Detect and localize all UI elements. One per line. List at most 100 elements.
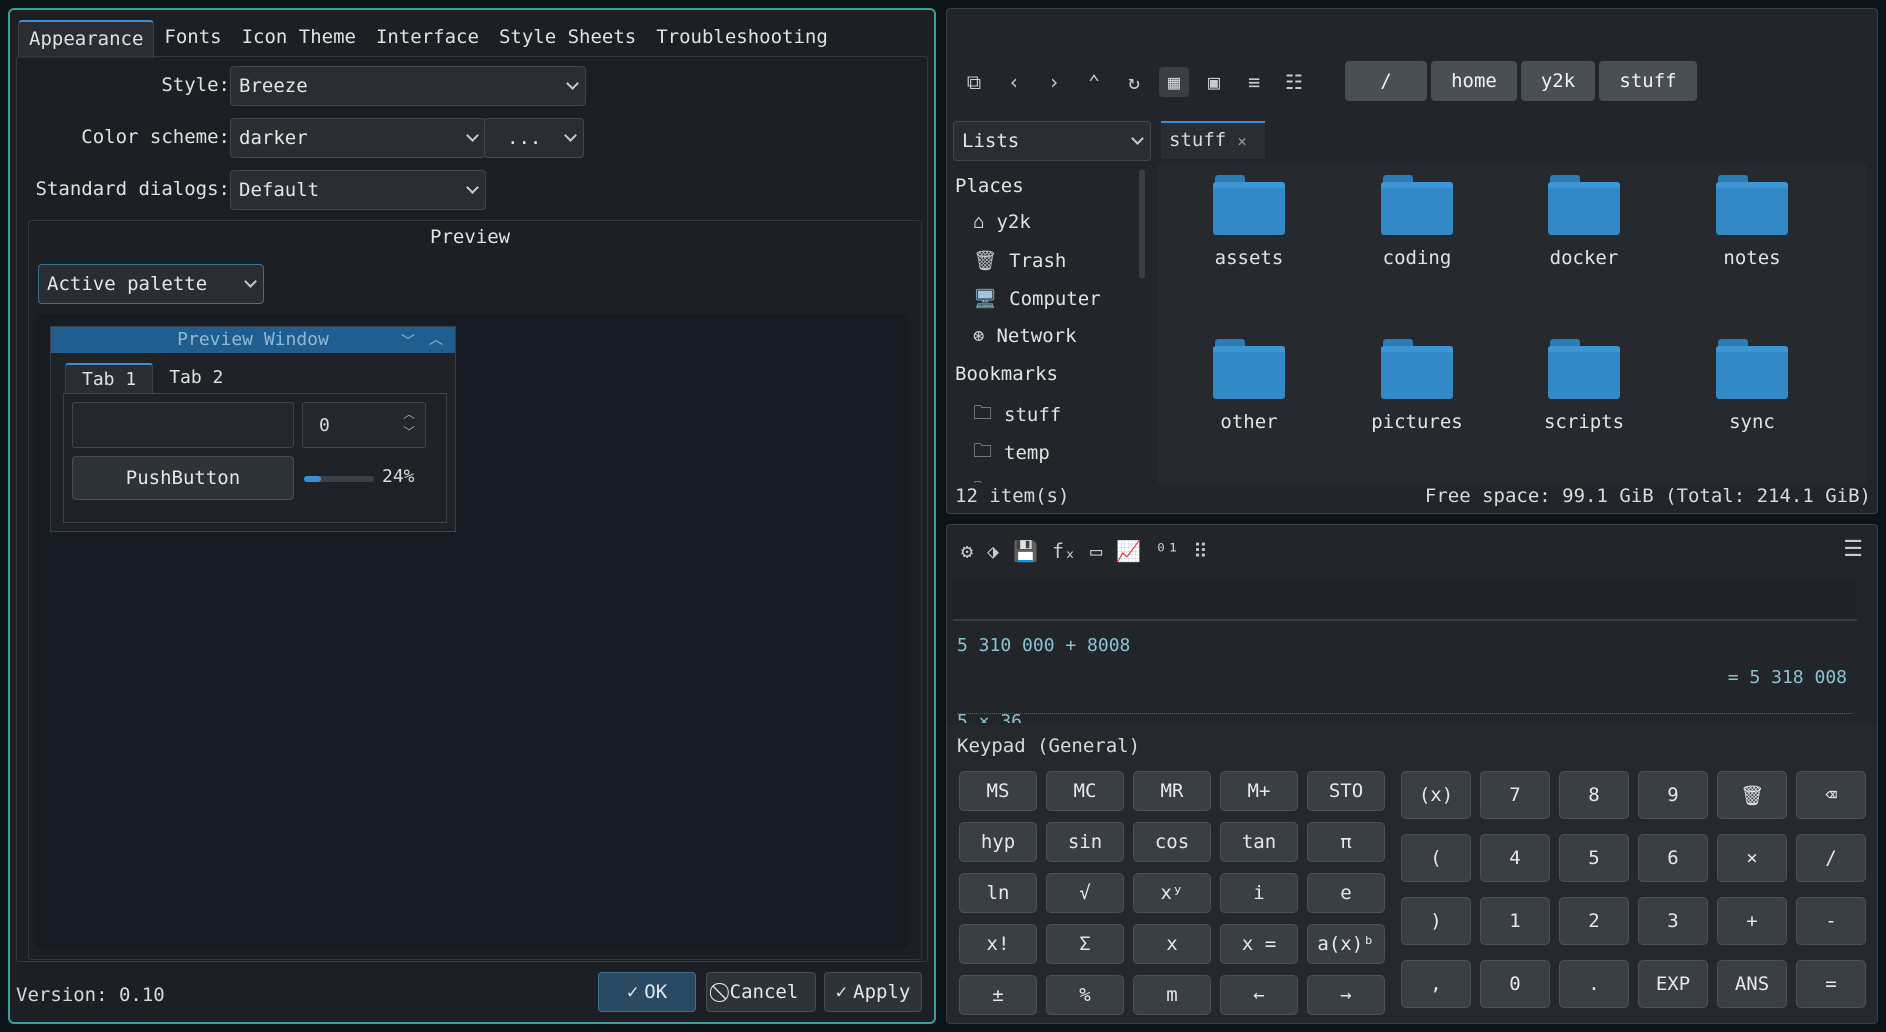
- calc-function-key[interactable]: STO: [1307, 771, 1385, 811]
- calc-number-key[interactable]: 1: [1480, 897, 1550, 945]
- number-bases-icon[interactable]: ⁰¹: [1155, 539, 1179, 563]
- calc-number-key[interactable]: +: [1717, 897, 1787, 945]
- calc-number-key[interactable]: 4: [1480, 834, 1550, 882]
- folder-name[interactable]: assets: [1179, 247, 1319, 269]
- bookmark-stuff[interactable]: 🗀 stuff: [973, 399, 1061, 431]
- calc-function-key[interactable]: %: [1046, 975, 1124, 1015]
- calc-function-key[interactable]: π: [1307, 822, 1385, 862]
- calc-number-key[interactable]: 3: [1638, 897, 1708, 945]
- calc-number-key[interactable]: -: [1796, 897, 1866, 945]
- calc-number-key[interactable]: EXP: [1638, 960, 1708, 1008]
- folder-icon[interactable]: [1548, 175, 1620, 235]
- side-scrollbar[interactable]: [1139, 169, 1145, 279]
- cancel-button[interactable]: ⃠Cancel: [706, 972, 816, 1012]
- calc-number-key[interactable]: 6: [1638, 834, 1708, 882]
- crumb-y2k[interactable]: y2k: [1521, 61, 1595, 101]
- tab-interface[interactable]: Interface: [366, 20, 489, 58]
- calc-function-key[interactable]: √: [1046, 873, 1124, 913]
- calc-number-key[interactable]: ×: [1717, 834, 1787, 882]
- calc-number-key[interactable]: =: [1796, 960, 1866, 1008]
- calc-number-key[interactable]: /: [1796, 834, 1866, 882]
- side-pane-mode-combo[interactable]: Lists: [953, 121, 1151, 161]
- calc-number-key[interactable]: 9: [1638, 771, 1708, 819]
- close-tab-icon[interactable]: ✕: [1238, 132, 1247, 150]
- fx-icon[interactable]: fₓ: [1052, 539, 1076, 563]
- calc-function-key[interactable]: Σ: [1046, 924, 1124, 964]
- place-y2k[interactable]: ⌂ y2k: [973, 211, 1031, 233]
- new-window-icon[interactable]: ⧉: [959, 67, 989, 97]
- calc-function-key[interactable]: i: [1220, 873, 1298, 913]
- folder-name[interactable]: pictures: [1347, 411, 1487, 433]
- calc-function-key[interactable]: cos: [1133, 822, 1211, 862]
- calc-number-key[interactable]: ,: [1401, 960, 1471, 1008]
- reload-icon[interactable]: ↻: [1119, 67, 1149, 97]
- compact-view-icon[interactable]: ≡: [1239, 67, 1269, 97]
- tab-troubleshooting[interactable]: Troubleshooting: [646, 20, 838, 58]
- settings-sliders-icon[interactable]: ⚙: [961, 539, 973, 563]
- calc-number-key[interactable]: (x): [1401, 771, 1471, 819]
- calc-function-key[interactable]: ←: [1220, 975, 1298, 1015]
- back-icon[interactable]: ‹: [999, 67, 1029, 97]
- fm-tab-stuff[interactable]: stuff ✕: [1161, 121, 1265, 159]
- calc-number-key[interactable]: 🗑: [1717, 771, 1787, 819]
- apply-button[interactable]: ✓ Apply: [824, 972, 922, 1012]
- folder-name[interactable]: docker: [1514, 247, 1654, 269]
- preview-tab-1[interactable]: Tab 1: [65, 363, 154, 394]
- folder-icon[interactable]: [1381, 339, 1453, 399]
- folder-name[interactable]: sync: [1682, 411, 1822, 433]
- folder-name[interactable]: other: [1179, 411, 1319, 433]
- calc-function-key[interactable]: x =: [1220, 924, 1298, 964]
- folder-name[interactable]: notes: [1682, 247, 1822, 269]
- calc-number-key[interactable]: .: [1559, 960, 1629, 1008]
- calc-function-key[interactable]: e: [1307, 873, 1385, 913]
- calc-function-key[interactable]: ln: [959, 873, 1037, 913]
- folder-icon[interactable]: [1548, 339, 1620, 399]
- detail-view-icon[interactable]: ☷: [1279, 67, 1309, 97]
- up-icon[interactable]: ⌃: [1079, 67, 1109, 97]
- tab-style-sheets[interactable]: Style Sheets: [489, 20, 646, 58]
- calc-function-key[interactable]: m: [1133, 975, 1211, 1015]
- calc-function-key[interactable]: x!: [959, 924, 1037, 964]
- preview-push-button[interactable]: PushButton: [72, 456, 294, 500]
- color-scheme-menu-button[interactable]: ...: [484, 118, 584, 158]
- calc-number-key[interactable]: ANS: [1717, 960, 1787, 1008]
- calc-number-key[interactable]: (: [1401, 834, 1471, 882]
- units-icon[interactable]: ▭: [1090, 539, 1102, 563]
- calc-number-key[interactable]: 2: [1559, 897, 1629, 945]
- calc-function-key[interactable]: MC: [1046, 771, 1124, 811]
- tab-icon-theme[interactable]: Icon Theme: [232, 20, 366, 58]
- tab-appearance[interactable]: Appearance: [18, 20, 155, 58]
- preview-line-edit[interactable]: [72, 402, 294, 448]
- calc-number-key[interactable]: ⌫: [1796, 771, 1866, 819]
- tab-fonts[interactable]: Fonts: [154, 20, 231, 58]
- place-network[interactable]: ⊛ Network: [973, 325, 1077, 347]
- calc-function-key[interactable]: sin: [1046, 822, 1124, 862]
- calc-function-key[interactable]: ±: [959, 975, 1037, 1015]
- chevron-down-icon[interactable]: ﹀: [401, 331, 415, 351]
- folder-icon[interactable]: [1716, 175, 1788, 235]
- folder-name[interactable]: scripts: [1514, 411, 1654, 433]
- bookmark-temp[interactable]: 🗀 temp: [973, 437, 1050, 469]
- preview-tab-2[interactable]: Tab 2: [153, 363, 239, 394]
- color-scheme-combo[interactable]: darker: [230, 118, 486, 158]
- calc-number-key[interactable]: 5: [1559, 834, 1629, 882]
- spin-down-icon[interactable]: ﹀: [403, 423, 415, 440]
- hamburger-menu-icon[interactable]: ☰: [1843, 537, 1863, 562]
- calc-function-key[interactable]: MR: [1133, 771, 1211, 811]
- keypad-icon[interactable]: ⠿: [1193, 539, 1208, 563]
- folder-icon[interactable]: [1213, 339, 1285, 399]
- chevron-up-icon[interactable]: ︿: [429, 329, 443, 349]
- thumbnail-view-icon[interactable]: ▣: [1199, 67, 1229, 97]
- calc-number-key[interactable]: ): [1401, 897, 1471, 945]
- ok-button[interactable]: ✓ OK: [598, 972, 696, 1012]
- preview-spinbox[interactable]: 0 ︿ ﹀: [302, 402, 426, 448]
- folder-icon[interactable]: [1213, 175, 1285, 235]
- crumb-stuff[interactable]: stuff: [1599, 61, 1697, 101]
- calc-number-key[interactable]: 8: [1559, 771, 1629, 819]
- crumb-root[interactable]: /: [1345, 61, 1427, 101]
- calc-function-key[interactable]: M+: [1220, 771, 1298, 811]
- calc-function-key[interactable]: a(x)ᵇ: [1307, 924, 1385, 964]
- place-trash[interactable]: 🗑 Trash: [973, 249, 1066, 273]
- style-combo[interactable]: Breeze: [230, 66, 586, 106]
- calc-function-key[interactable]: MS: [959, 771, 1037, 811]
